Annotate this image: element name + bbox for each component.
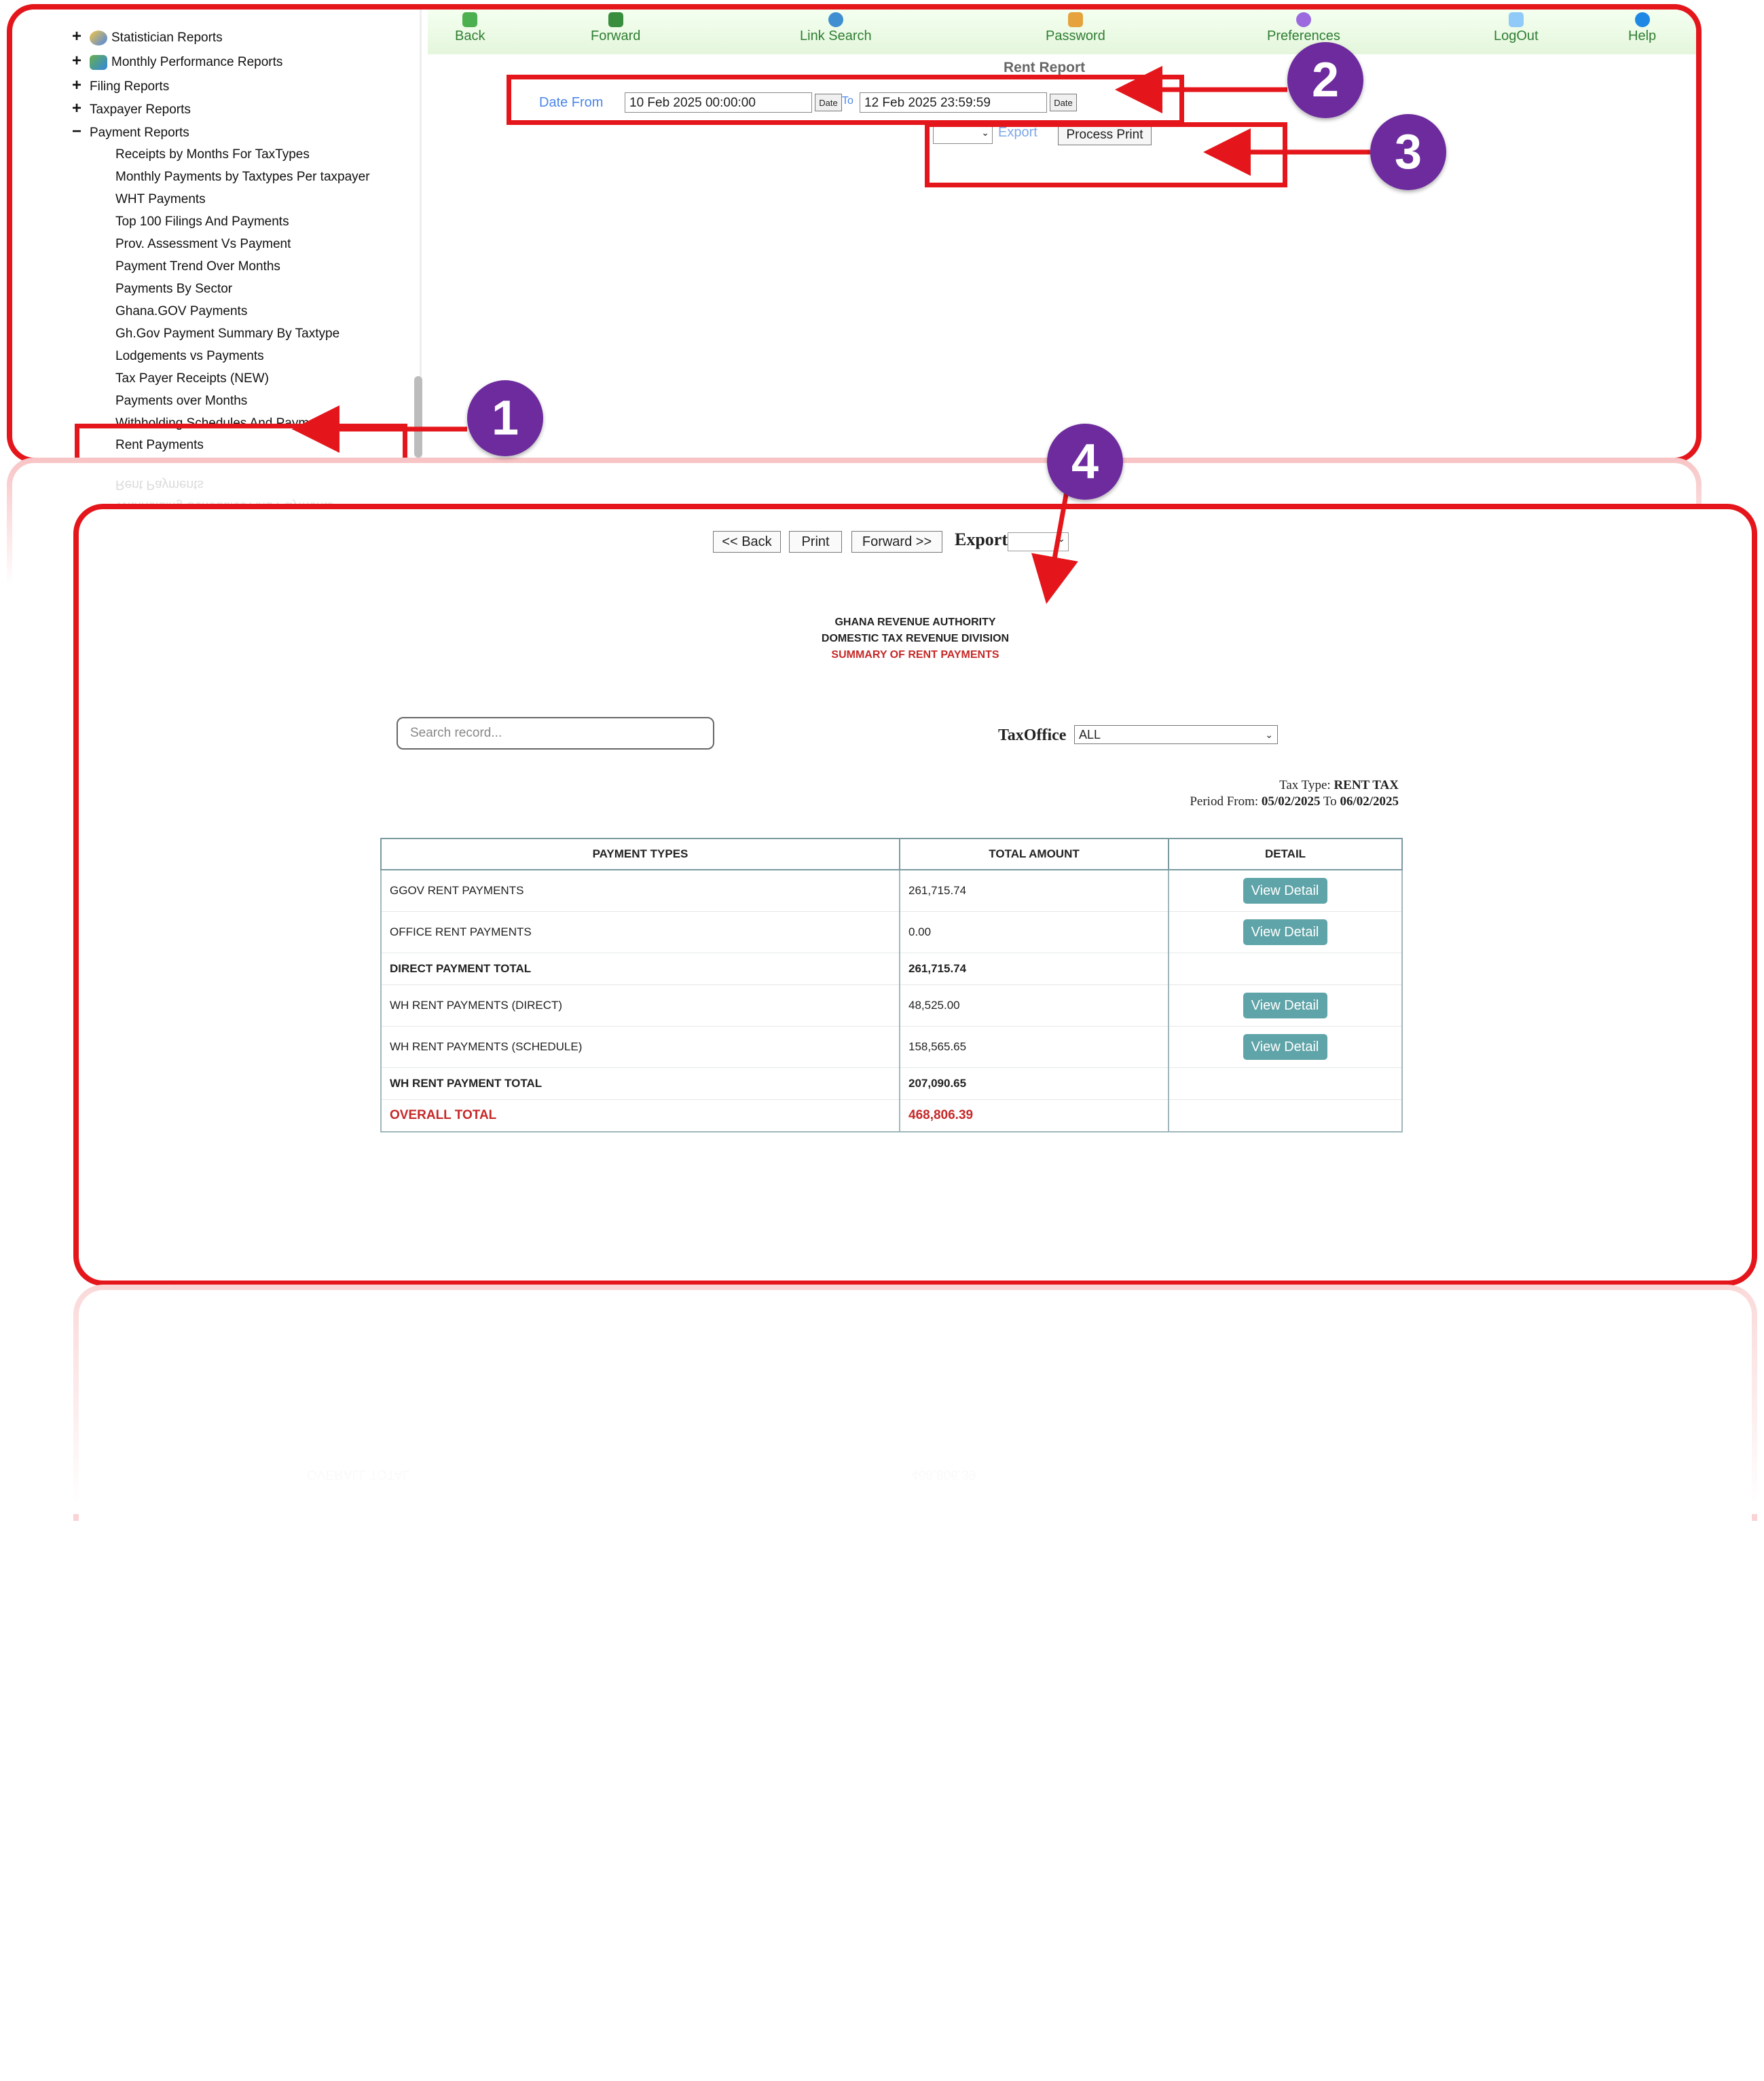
arrow-4: [1031, 487, 1078, 604]
callout-badge-2: 2: [1287, 42, 1363, 118]
callout-badge-1: 1: [467, 380, 543, 456]
callout-arrows: [292, 66, 1370, 604]
callout-badge-4: 4: [1047, 424, 1123, 500]
callout-badge-3: 3: [1370, 114, 1446, 190]
